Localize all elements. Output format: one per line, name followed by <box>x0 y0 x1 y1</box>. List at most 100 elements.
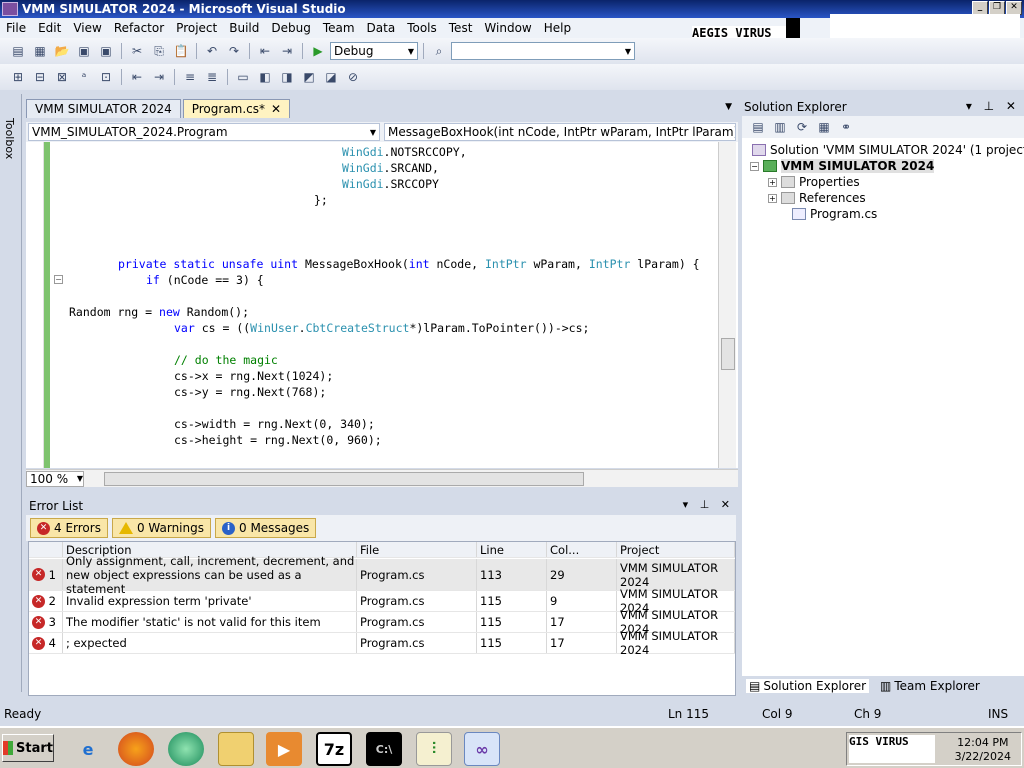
class-diagram-icon[interactable]: ⚭ <box>838 119 854 135</box>
restore-button[interactable]: ❐ <box>989 1 1005 15</box>
code-line[interactable]: // do the magic <box>174 352 278 368</box>
code-line[interactable]: cs->y = rng.Next(768); <box>174 384 326 400</box>
comment-out-icon[interactable]: ≡ <box>180 68 200 86</box>
increase-indent-icon[interactable]: ⇥ <box>149 68 169 86</box>
messages-filter-button[interactable]: i0 Messages <box>215 518 317 538</box>
menu-tools[interactable]: Tools <box>401 21 443 35</box>
menu-refactor[interactable]: Refactor <box>108 21 170 35</box>
tab-program-cs[interactable]: Program.cs* ✕ <box>182 99 291 118</box>
code-line[interactable]: WinGdi.NOTSRCCOPY, <box>342 144 467 160</box>
member-combo[interactable]: MessageBoxHook(int nCode, IntPtr wParam,… <box>384 123 736 141</box>
tree-solution[interactable]: Solution 'VMM SIMULATOR 2024' (1 project… <box>752 142 1024 158</box>
menu-view[interactable]: View <box>67 21 107 35</box>
seven-zip-icon[interactable]: 7z <box>316 732 352 766</box>
editor-vertical-scrollbar[interactable] <box>718 142 736 468</box>
find-in-files-icon[interactable]: ⌕ <box>429 42 449 60</box>
errors-filter-button[interactable]: ✕ 4 Errors <box>30 518 108 538</box>
task-manager-icon[interactable]: ⫶ <box>416 732 452 766</box>
col-file[interactable]: File <box>357 542 477 557</box>
code-editor[interactable]: − WinGdi.NOTSRCCOPY, WinGdi.SRCAND, WinGdi… <box>26 142 738 468</box>
tab-team-explorer[interactable]: ▥ Team Explorer <box>877 679 983 693</box>
toggle-bookmark-icon[interactable]: ▭ <box>233 68 253 86</box>
redo-icon[interactable]: ↷ <box>224 42 244 60</box>
media-center-icon[interactable] <box>168 732 204 766</box>
command-prompt-icon[interactable]: C:\ <box>366 732 402 766</box>
toolbox-strip[interactable]: Toolbox <box>0 94 22 692</box>
menu-team[interactable]: Team <box>317 21 361 35</box>
col-project[interactable]: Project <box>617 542 735 557</box>
member-list-icon[interactable]: ⊟ <box>30 68 50 86</box>
code-line[interactable]: cs->x = rng.Next(1024); <box>174 368 333 384</box>
uncomment-icon[interactable]: ≣ <box>202 68 222 86</box>
code-line[interactable]: var cs = ((WinUser.CbtCreateStruct*)lPar… <box>174 320 589 336</box>
warnings-filter-button[interactable]: 0 Warnings <box>111 518 211 538</box>
tree-references[interactable]: + References <box>768 190 866 206</box>
quick-info-icon[interactable]: ᵃ <box>74 68 94 86</box>
panel-controls[interactable]: ▾ ⊥ ✕ <box>966 99 1020 113</box>
code-line[interactable]: cs->height = rng.Next(0, 960); <box>174 432 382 448</box>
previous-bookmark-icon[interactable]: ◧ <box>255 68 275 86</box>
new-project-icon[interactable]: ▤ <box>8 42 28 60</box>
clear-bookmarks-icon[interactable]: ⊘ <box>343 68 363 86</box>
toolbox-label[interactable]: Toolbox <box>3 118 16 159</box>
next-bookmark-icon[interactable]: ◨ <box>277 68 297 86</box>
close-tab-icon[interactable]: ✕ <box>271 102 281 116</box>
media-player-icon[interactable]: ▶ <box>266 732 302 766</box>
collapse-region-icon[interactable]: − <box>54 275 63 284</box>
complete-word-icon[interactable]: ⊡ <box>96 68 116 86</box>
panel-controls[interactable]: ▾ ⊥ ✕ <box>683 498 734 511</box>
expand-icon[interactable]: + <box>768 177 777 187</box>
tab-dropdown-icon[interactable]: ▼ <box>725 102 732 112</box>
undo-icon[interactable]: ↶ <box>202 42 222 60</box>
breakpoint-margin[interactable] <box>26 142 44 468</box>
tree-program-cs[interactable]: Program.cs <box>792 206 877 222</box>
find-combo[interactable]: ▼ <box>451 42 635 60</box>
explorer-folder-icon[interactable] <box>218 732 254 766</box>
refresh-icon[interactable]: ⟳ <box>794 119 810 135</box>
clock[interactable]: 12:04 PM 3/22/2024 <box>955 736 1011 764</box>
close-button[interactable]: ✕ <box>1006 1 1022 15</box>
next-bookmark-folder-icon[interactable]: ◪ <box>321 68 341 86</box>
firefox-icon[interactable] <box>118 732 154 766</box>
menu-file[interactable]: File <box>0 21 32 35</box>
add-item-icon[interactable]: ▦ <box>30 42 50 60</box>
show-all-files-icon[interactable]: ▥ <box>772 119 788 135</box>
menu-test[interactable]: Test <box>443 21 479 35</box>
code-line[interactable]: if (nCode == 3) { <box>146 272 264 288</box>
menu-build[interactable]: Build <box>223 21 265 35</box>
previous-bookmark-folder-icon[interactable]: ◩ <box>299 68 319 86</box>
tab-solution-explorer[interactable]: ▤ Solution Explorer <box>746 679 870 693</box>
menu-project[interactable]: Project <box>170 21 223 35</box>
menu-window[interactable]: Window <box>478 21 537 35</box>
menu-data[interactable]: Data <box>361 21 402 35</box>
code-line[interactable]: WinGdi.SRCCOPY <box>342 176 439 192</box>
start-button[interactable]: Start <box>2 734 54 762</box>
code-line[interactable]: cs->width = rng.Next(0, 340); <box>174 416 375 432</box>
code-line[interactable]: Random rng = new Random(); <box>69 304 249 320</box>
collapse-icon[interactable]: − <box>750 161 759 171</box>
class-combo[interactable]: VMM_SIMULATOR_2024.Program ▼ <box>28 123 380 141</box>
paste-icon[interactable]: 📋 <box>171 42 191 60</box>
menu-help[interactable]: Help <box>538 21 577 35</box>
navigate-backward-icon[interactable]: ⇤ <box>255 42 275 60</box>
open-file-icon[interactable]: 📂 <box>52 42 72 60</box>
minimize-button[interactable]: _ <box>972 1 988 15</box>
error-row[interactable]: ✕ 4; expected Program.cs 115 17 VMM SIMULATO… <box>29 629 735 657</box>
col-line[interactable]: Line <box>477 542 547 557</box>
menu-edit[interactable]: Edit <box>32 21 67 35</box>
parameter-info-icon[interactable]: ⊠ <box>52 68 72 86</box>
code-line[interactable]: private static unsafe uint MessageBoxHoo… <box>118 256 700 272</box>
scroll-thumb[interactable] <box>721 338 735 370</box>
properties-icon[interactable]: ▤ <box>750 119 766 135</box>
save-all-icon[interactable]: ▣ <box>96 42 116 60</box>
code-line[interactable]: WinGdi.SRCAND, <box>342 160 439 176</box>
horizontal-scroll-thumb[interactable] <box>104 471 584 486</box>
save-icon[interactable]: ▣ <box>74 42 94 60</box>
tree-properties[interactable]: + Properties <box>768 174 860 190</box>
internet-explorer-icon[interactable]: e <box>70 732 106 766</box>
copy-icon[interactable]: ⎘ <box>149 42 169 60</box>
menu-debug[interactable]: Debug <box>265 21 316 35</box>
tab-project[interactable]: VMM SIMULATOR 2024 <box>26 99 181 118</box>
navigate-forward-icon[interactable]: ⇥ <box>277 42 297 60</box>
code-line[interactable]: }; <box>314 192 328 208</box>
